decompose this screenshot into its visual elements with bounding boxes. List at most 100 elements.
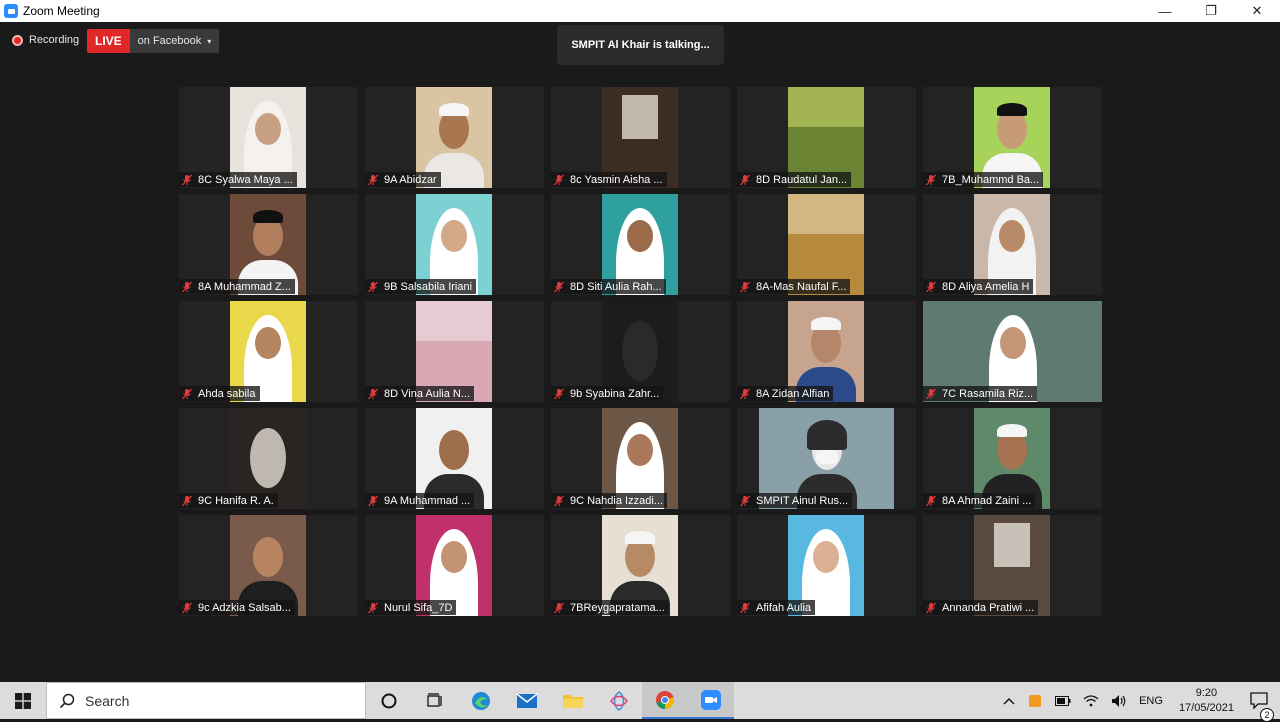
participant-tile[interactable]: Afifah Aulia bbox=[737, 515, 916, 616]
participant-tile[interactable]: 9c Adzkia Salsab... bbox=[179, 515, 358, 616]
participant-name-text: 9A Muhammad ... bbox=[384, 494, 471, 507]
task-view-button[interactable] bbox=[412, 682, 458, 719]
participant-tile[interactable]: 9A Muhammad ... bbox=[365, 408, 544, 509]
mic-muted-icon bbox=[740, 495, 750, 506]
mail-taskbar-button[interactable] bbox=[504, 682, 550, 719]
paint3d-taskbar-button[interactable] bbox=[596, 682, 642, 719]
participant-name-label: 8D Aliya Amelia H bbox=[923, 279, 1034, 294]
folder-icon bbox=[563, 694, 583, 708]
participant-tile[interactable]: 9A Abidzar bbox=[365, 87, 544, 188]
clock-time: 9:20 bbox=[1195, 686, 1218, 699]
mic-muted-icon bbox=[740, 388, 750, 399]
participant-name-text: Nurul Sifa_7D bbox=[384, 601, 453, 614]
participant-name-label: 7B_Muhammd Ba... bbox=[923, 172, 1044, 187]
participant-tile[interactable]: 8A Zidan Alfian bbox=[737, 301, 916, 402]
mic-muted-icon bbox=[740, 281, 750, 292]
mic-muted-icon bbox=[926, 495, 936, 506]
participant-name-label: 9C Nahdia Izzadi... bbox=[551, 493, 667, 508]
mic-muted-icon bbox=[554, 602, 564, 613]
chevron-up-icon bbox=[1003, 697, 1015, 704]
participant-name-text: 9C Hanifa R. A. bbox=[198, 494, 274, 507]
zoom-taskbar-button[interactable] bbox=[688, 682, 734, 719]
participant-tile[interactable]: 8A-Mas Naufal F... bbox=[737, 194, 916, 295]
file-explorer-taskbar-button[interactable] bbox=[550, 682, 596, 719]
participant-name-label: 9A Abidzar bbox=[365, 172, 441, 187]
participant-tile[interactable]: SMPIT Ainul Rus... bbox=[737, 408, 916, 509]
notification-count-badge: 2 bbox=[1260, 707, 1274, 722]
participant-tile[interactable]: Nurul Sifa_7D bbox=[365, 515, 544, 616]
participant-tile[interactable]: 8A Ahmad Zaini ... bbox=[923, 408, 1102, 509]
cortana-circle-icon bbox=[381, 693, 397, 708]
participant-name-text: 8D Raudatul Jan... bbox=[756, 173, 848, 186]
participant-name-label: 9c Adzkia Salsab... bbox=[179, 600, 295, 615]
close-button[interactable]: ✕ bbox=[1234, 0, 1280, 22]
participant-name-text: 8C Syalwa Maya ... bbox=[198, 173, 293, 186]
participant-name-text: 9B Salsabila Iriani bbox=[384, 280, 473, 293]
wifi-button[interactable] bbox=[1077, 694, 1105, 707]
participant-name-text: SMPIT Ainul Rus... bbox=[756, 494, 849, 507]
participant-tile[interactable]: 9C Nahdia Izzadi... bbox=[551, 408, 730, 509]
participant-tile[interactable]: 8D Vina Aulia N... bbox=[365, 301, 544, 402]
windows-logo-icon bbox=[15, 692, 31, 709]
edge-browser-icon bbox=[472, 691, 490, 710]
live-destination-label: on Facebook bbox=[137, 35, 202, 47]
participant-tile[interactable]: 7C Rasamila Riz... bbox=[923, 301, 1102, 402]
tray-app-button[interactable] bbox=[1021, 693, 1049, 709]
participant-name-label: 8A Ahmad Zaini ... bbox=[923, 493, 1036, 508]
search-icon bbox=[59, 693, 75, 708]
participant-tile[interactable]: 9B Salsabila Iriani bbox=[365, 194, 544, 295]
participant-tile[interactable]: Annanda Pratiwi ... bbox=[923, 515, 1102, 616]
cortana-button[interactable] bbox=[366, 682, 412, 719]
participant-name-text: 8D Siti Aulia Rah... bbox=[570, 280, 662, 293]
participant-name-text: Annanda Pratiwi ... bbox=[942, 601, 1035, 614]
participant-tile[interactable]: 7BReygapratama... bbox=[551, 515, 730, 616]
participant-name-label: 7C Rasamila Riz... bbox=[923, 386, 1038, 401]
start-button[interactable] bbox=[0, 682, 46, 719]
participant-name-label: 8C Syalwa Maya ... bbox=[179, 172, 297, 187]
mic-muted-icon bbox=[554, 388, 564, 399]
participant-tile[interactable]: 8D Siti Aulia Rah... bbox=[551, 194, 730, 295]
active-speaker-banner: SMPIT Al Khair is talking... bbox=[557, 25, 724, 65]
participant-name-label: 8A Zidan Alfian bbox=[737, 386, 834, 401]
taskbar-search-box[interactable]: Search bbox=[46, 682, 366, 719]
mic-muted-icon bbox=[368, 602, 378, 613]
edge-taskbar-button[interactable] bbox=[458, 682, 504, 719]
chrome-taskbar-button[interactable] bbox=[642, 682, 688, 719]
system-tray: ENG 9:20 17/05/2021 2 bbox=[997, 682, 1280, 722]
taskbar-clock[interactable]: 9:20 17/05/2021 bbox=[1169, 686, 1244, 716]
notification-center-button[interactable]: 2 bbox=[1244, 691, 1280, 722]
participant-tile[interactable]: 9b Syabina Zahr... bbox=[551, 301, 730, 402]
participant-name-text: 7B_Muhammd Ba... bbox=[942, 173, 1040, 186]
participant-name-label: Ahda sabila bbox=[179, 386, 260, 401]
participant-name-label: 9b Syabina Zahr... bbox=[551, 386, 664, 401]
participant-tile[interactable]: 8c Yasmin Aisha ... bbox=[551, 87, 730, 188]
participant-name-label: 8c Yasmin Aisha ... bbox=[551, 172, 667, 187]
participant-tile[interactable]: Ahda sabila bbox=[179, 301, 358, 402]
participant-name-text: 9c Adzkia Salsab... bbox=[198, 601, 291, 614]
mic-muted-icon bbox=[554, 495, 564, 506]
window-title: Zoom Meeting bbox=[23, 4, 100, 18]
participant-tile[interactable]: 8A Muhammad Z... bbox=[179, 194, 358, 295]
participant-name-label: Afifah Aulia bbox=[737, 600, 816, 615]
live-destination-dropdown[interactable]: on Facebook ▾ bbox=[129, 29, 220, 53]
meeting-stage: Recording LIVE on Facebook ▾ SMPIT Al Kh… bbox=[0, 22, 1280, 682]
participant-tile[interactable]: 9C Hanifa R. A. bbox=[179, 408, 358, 509]
recording-indicator[interactable]: Recording bbox=[12, 34, 79, 46]
participant-tile[interactable]: 8D Raudatul Jan... bbox=[737, 87, 916, 188]
title-bar: Zoom Meeting — ❐ ✕ bbox=[0, 0, 1280, 22]
participant-tile[interactable]: 8C Syalwa Maya ... bbox=[179, 87, 358, 188]
restore-button[interactable]: ❐ bbox=[1188, 0, 1234, 22]
input-language-button[interactable]: ENG bbox=[1133, 695, 1169, 707]
tray-app-icon bbox=[1029, 694, 1042, 707]
minimize-button[interactable]: — bbox=[1142, 0, 1188, 22]
participant-name-label: 9A Muhammad ... bbox=[365, 493, 475, 508]
participant-tile[interactable]: 7B_Muhammd Ba... bbox=[923, 87, 1102, 188]
participant-name-label: 7BReygapratama... bbox=[551, 600, 669, 615]
volume-button[interactable] bbox=[1105, 694, 1133, 708]
live-stream-control[interactable]: LIVE on Facebook ▾ bbox=[87, 29, 220, 53]
battery-button[interactable] bbox=[1049, 695, 1077, 706]
task-view-icon bbox=[427, 692, 442, 707]
participant-name-text: 7C Rasamila Riz... bbox=[942, 387, 1034, 400]
participant-tile[interactable]: 8D Aliya Amelia H bbox=[923, 194, 1102, 295]
show-hidden-icons-button[interactable] bbox=[997, 697, 1021, 705]
